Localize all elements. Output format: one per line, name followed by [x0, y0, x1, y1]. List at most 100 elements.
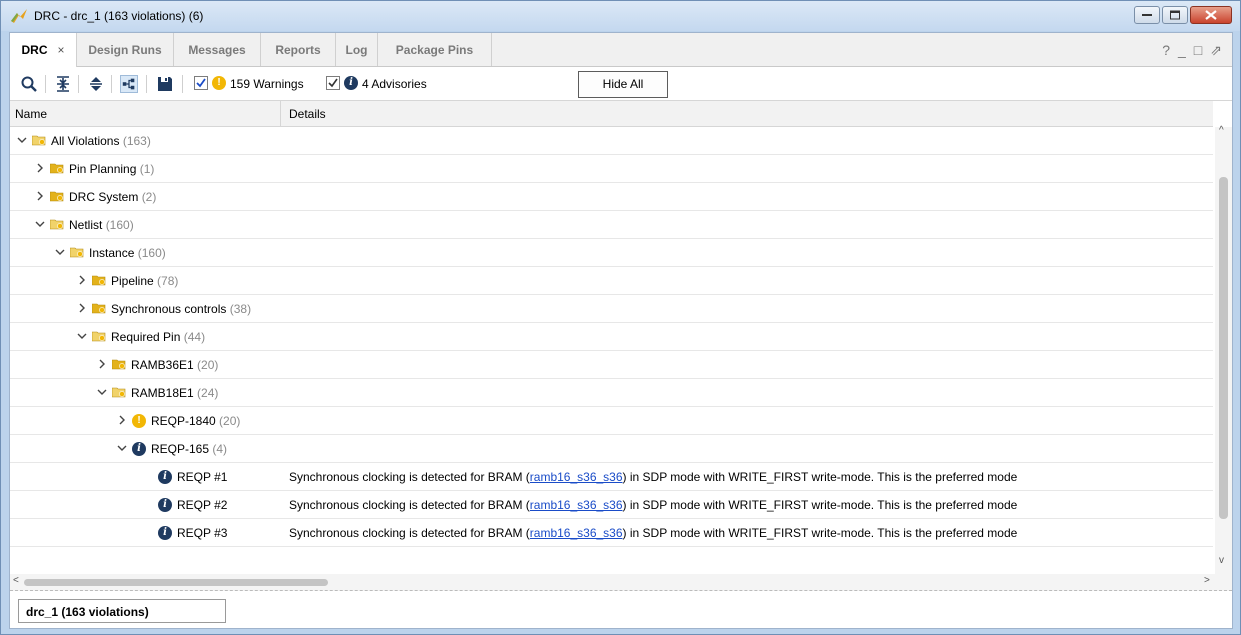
drc-result-tab[interactable]: drc_1 (163 violations)	[18, 599, 226, 623]
details-text: Synchronous clocking is detected for BRA…	[289, 470, 530, 484]
tree-group-row[interactable]: Required Pin (44)	[10, 323, 1213, 351]
toolbar-separator	[182, 75, 183, 93]
chevron-right-icon[interactable]	[76, 302, 88, 314]
tree-item-name: REQP-165	[151, 442, 210, 456]
close-window-button[interactable]	[1190, 6, 1232, 24]
maximize-icon	[1170, 10, 1180, 20]
violation-row[interactable]: i REQP #2 Synchronous clocking is detected…	[10, 491, 1213, 519]
warnings-checkbox[interactable]	[194, 76, 208, 90]
tree-item-label: REQP #3	[177, 526, 227, 540]
hide-all-button[interactable]: Hide All	[578, 71, 668, 98]
tab-design-runs-label: Design Runs	[88, 43, 162, 57]
chevron-down-icon[interactable]	[16, 134, 28, 146]
tree-item-count: (4)	[212, 442, 228, 456]
violation-details: Synchronous clocking is detected for BRA…	[289, 526, 1017, 540]
info-icon: i	[158, 498, 172, 512]
chevron-down-icon[interactable]	[34, 218, 46, 230]
vertical-scroll-thumb[interactable]	[1219, 177, 1228, 519]
bram-cell-link[interactable]: ramb16_s36_s36	[530, 498, 623, 512]
chevron-right-icon[interactable]	[96, 358, 108, 370]
minimize-button[interactable]	[1134, 6, 1160, 24]
tab-close-icon[interactable]: ×	[57, 43, 64, 57]
group-by-icon[interactable]	[120, 75, 138, 93]
tab-log[interactable]: Log	[336, 33, 378, 66]
tree-item-name: Synchronous controls	[111, 302, 227, 316]
title-bar[interactable]: DRC - drc_1 (163 violations) (6)	[1, 1, 1240, 31]
violations-tree: All Violations (163) Pin Planning (1) DRC …	[10, 127, 1213, 573]
chevron-down-icon[interactable]	[76, 330, 88, 342]
tab-design-runs[interactable]: Design Runs	[77, 33, 174, 66]
table-header: Name Details	[10, 101, 1213, 127]
tree-item-name: Required Pin	[111, 330, 181, 344]
tree-item-count: (78)	[157, 274, 179, 288]
tree-item-label: Instance (160)	[89, 246, 166, 260]
scroll-up-arrow-icon[interactable]: ^	[1219, 125, 1224, 136]
scroll-down-arrow-icon[interactable]: v	[1219, 555, 1224, 566]
violation-row[interactable]: i REQP #1 Synchronous clocking is detected…	[10, 463, 1213, 491]
horizontal-scroll-thumb[interactable]	[24, 579, 328, 586]
tree-group-row[interactable]: RAMB18E1 (24)	[10, 379, 1213, 407]
tree-group-row[interactable]: Instance (160)	[10, 239, 1213, 267]
horizontal-scrollbar[interactable]: < >	[10, 574, 1232, 591]
scroll-left-arrow-icon[interactable]: <	[13, 575, 19, 586]
tree-item-count: (160)	[105, 218, 134, 232]
folder-open-icon	[70, 247, 84, 258]
tab-package-pins[interactable]: Package Pins	[378, 33, 492, 66]
bram-cell-link[interactable]: ramb16_s36_s36	[530, 526, 623, 540]
tab-messages[interactable]: Messages	[174, 33, 261, 66]
tree-group-row[interactable]: DRC System (2)	[10, 183, 1213, 211]
vertical-scrollbar[interactable]: ^ v	[1215, 125, 1232, 574]
tree-group-row[interactable]: Netlist (160)	[10, 211, 1213, 239]
tree-group-row[interactable]: ! REQP-1840 (20)	[10, 407, 1213, 435]
tab-log-label: Log	[345, 43, 368, 57]
maximize-button[interactable]	[1162, 6, 1188, 24]
chevron-down-icon[interactable]	[54, 246, 66, 258]
tab-reports[interactable]: Reports	[261, 33, 336, 66]
tree-item-count: (38)	[229, 302, 252, 316]
column-divider[interactable]	[280, 101, 281, 127]
tree-item-label: All Violations (163)	[51, 134, 151, 148]
tree-item-label: Synchronous controls (38)	[111, 302, 251, 316]
scroll-right-arrow-icon[interactable]: >	[1204, 575, 1210, 586]
tree-item-label: RAMB36E1 (20)	[131, 358, 218, 372]
folder-open-icon	[50, 219, 64, 230]
help-icon[interactable]: ?	[1162, 42, 1170, 59]
minimize-panel-icon[interactable]: _	[1178, 42, 1186, 59]
tree-item-count: (20)	[219, 414, 241, 428]
maximize-panel-icon[interactable]: □	[1194, 42, 1202, 59]
bram-cell-link[interactable]: ramb16_s36_s36	[530, 470, 623, 484]
search-icon[interactable]	[20, 75, 38, 93]
tree-item-count: (20)	[197, 358, 219, 372]
expand-all-icon[interactable]	[87, 75, 105, 93]
tree-item-name: REQP #1	[177, 470, 228, 484]
tree-item-name: REQP #2	[177, 498, 228, 512]
tree-group-row[interactable]: RAMB36E1 (20)	[10, 351, 1213, 379]
minimize-icon	[1142, 14, 1152, 16]
tab-drc[interactable]: DRC ×	[10, 33, 77, 67]
tree-item-label: Pin Planning (1)	[69, 162, 154, 176]
violation-row[interactable]: i REQP #3 Synchronous clocking is detected…	[10, 519, 1213, 547]
save-icon[interactable]	[156, 75, 174, 93]
tree-item-label: REQP-165 (4)	[151, 442, 227, 456]
chevron-right-icon[interactable]	[34, 190, 46, 202]
collapse-all-icon[interactable]	[54, 75, 72, 93]
chevron-down-icon[interactable]	[116, 442, 128, 454]
toolbar-separator	[146, 75, 147, 93]
advisories-checkbox[interactable]	[326, 76, 340, 90]
tree-group-row[interactable]: All Violations (163)	[10, 127, 1213, 155]
tree-group-row[interactable]: i REQP-165 (4)	[10, 435, 1213, 463]
tree-group-row[interactable]: Pipeline (78)	[10, 267, 1213, 295]
chevron-down-icon[interactable]	[96, 386, 108, 398]
tab-drc-label: DRC	[21, 43, 48, 57]
chevron-right-icon[interactable]	[76, 274, 88, 286]
details-text: Synchronous clocking is detected for BRA…	[289, 526, 530, 540]
column-header-details[interactable]: Details	[289, 107, 326, 121]
column-header-name[interactable]: Name	[15, 107, 47, 121]
tree-group-row[interactable]: Synchronous controls (38)	[10, 295, 1213, 323]
tree-item-label: REQP #2	[177, 498, 227, 512]
tree-group-row[interactable]: Pin Planning (1)	[10, 155, 1213, 183]
float-panel-icon[interactable]: ⇗	[1210, 42, 1222, 59]
details-text: ) in SDP mode with WRITE_FIRST write-mod…	[622, 498, 1018, 512]
chevron-right-icon[interactable]	[34, 162, 46, 174]
chevron-right-icon[interactable]	[116, 414, 128, 426]
